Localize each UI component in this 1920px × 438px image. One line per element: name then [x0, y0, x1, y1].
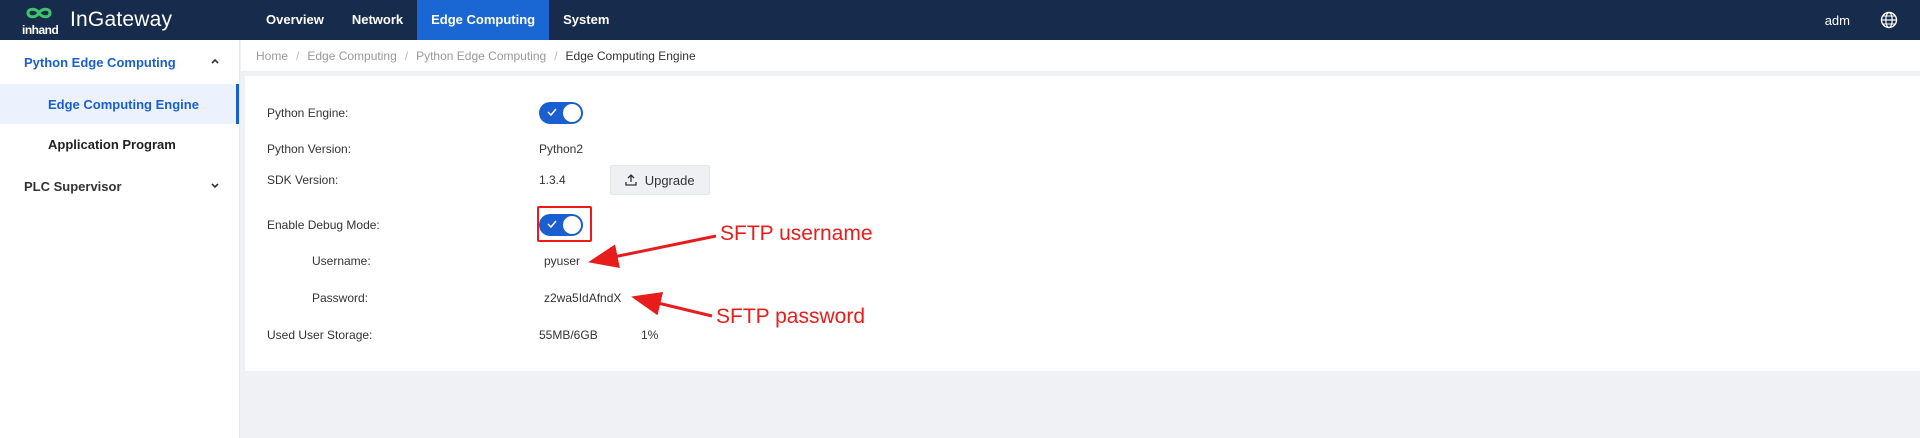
username-arrow — [588, 234, 717, 268]
password-arrow — [631, 291, 713, 318]
annotation-arrows — [588, 234, 717, 318]
sftp-password-annotation: SFTP password — [716, 305, 865, 328]
sftp-username-annotation: SFTP username — [720, 222, 873, 245]
